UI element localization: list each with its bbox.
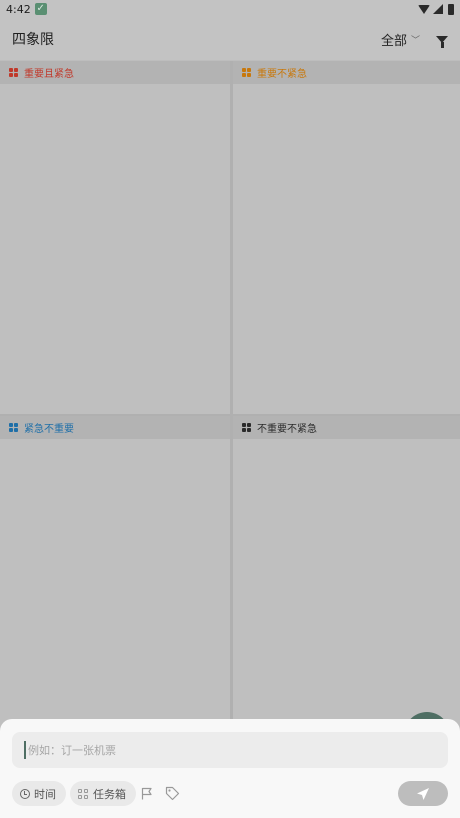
quadrant-header[interactable]: 重要且紧急: [0, 61, 230, 84]
quadrant-label: 紧急不重要: [24, 424, 74, 435]
quadrant-task-list[interactable]: [233, 84, 460, 416]
quadrant-header[interactable]: 紧急不重要: [0, 416, 230, 439]
send-icon: [417, 787, 429, 800]
time-chip[interactable]: 时间: [12, 781, 66, 806]
quadrant-label: 重要且紧急: [24, 69, 74, 80]
status-bar: 4:42 ✓: [0, 0, 460, 18]
quick-add-sheet: 例如：订一张机票 时间 任务箱: [0, 719, 460, 818]
status-time: 4:42: [6, 2, 31, 16]
quadrant-label: 不重要不紧急: [257, 424, 317, 435]
quadrant-important-not-urgent: 重要不紧急: [233, 61, 460, 416]
grid-icon: [9, 423, 18, 432]
app-actions: 全部 ﹀: [381, 30, 448, 49]
task-input[interactable]: 例如：订一张机票: [12, 732, 448, 768]
quadrant-header[interactable]: 不重要不紧急: [233, 416, 460, 439]
status-icons: [418, 3, 454, 15]
quadrant-not-important-not-urgent: 不重要不紧急: [233, 416, 460, 739]
check-notification-icon: ✓: [34, 3, 47, 15]
grid-icon: [242, 68, 251, 77]
grid-icon: [9, 68, 18, 77]
horizontal-divider: [0, 414, 460, 416]
vertical-divider: [230, 61, 233, 741]
flag-icon[interactable]: [141, 787, 153, 800]
text-cursor: [24, 741, 26, 759]
battery-icon: [448, 3, 454, 15]
quadrant-task-list[interactable]: [0, 439, 230, 739]
signal-icon: [433, 4, 443, 14]
quadrant-header[interactable]: 重要不紧急: [233, 61, 460, 84]
quadrant-urgent-not-important: 紧急不重要: [0, 416, 230, 739]
inbox-icon: [78, 788, 88, 799]
wifi-icon: [418, 4, 430, 14]
filter-icon[interactable]: [436, 35, 448, 48]
clock-icon: [20, 788, 30, 799]
inbox-chip-label: 任务箱: [93, 787, 126, 801]
scope-dropdown[interactable]: 全部 ﹀: [381, 30, 420, 49]
app-bar: 四象限 全部 ﹀: [0, 18, 460, 60]
grid-icon: [242, 423, 251, 432]
quadrant-task-list[interactable]: [233, 439, 460, 739]
chevron-down-icon: ﹀: [410, 35, 420, 46]
inbox-chip[interactable]: 任务箱: [70, 781, 136, 806]
task-input-placeholder: 例如：订一张机票: [28, 744, 116, 757]
quadrant-important-urgent: 重要且紧急: [0, 61, 230, 416]
quadrant-label: 重要不紧急: [257, 69, 307, 80]
scope-dropdown-label: 全部: [380, 33, 407, 49]
time-chip-label: 时间: [34, 787, 56, 801]
quadrant-task-list[interactable]: [0, 84, 230, 416]
send-button[interactable]: [398, 781, 448, 806]
page-title: 四象限: [12, 32, 54, 48]
tag-icon[interactable]: [165, 786, 180, 801]
